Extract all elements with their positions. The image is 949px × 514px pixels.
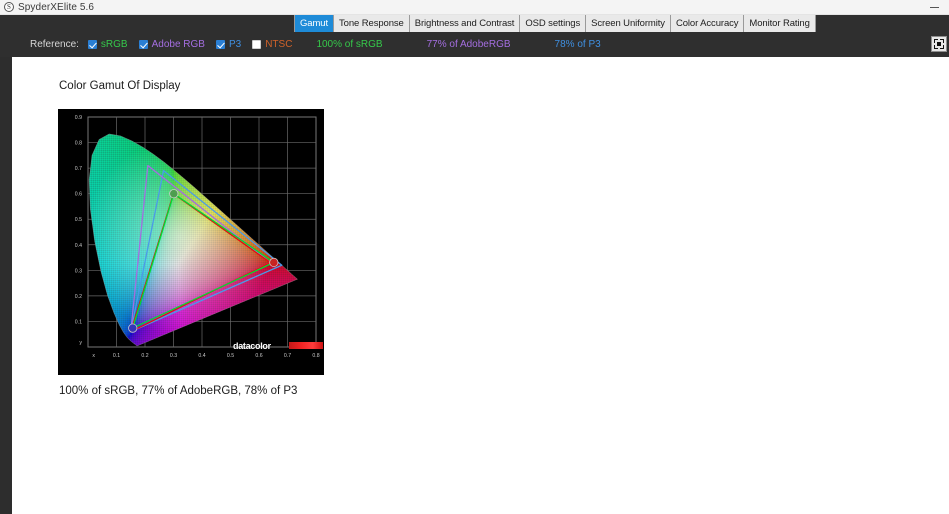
title-bar: SpyderXElite 5.6 [0, 0, 949, 15]
tick-label: 0.6 [75, 192, 82, 198]
tick-label: 0.8 [312, 353, 319, 359]
tab-color-accuracy[interactable]: Color Accuracy [670, 15, 745, 32]
reference-name: NTSC [265, 39, 293, 50]
reference-toggle-p3[interactable]: P3 [215, 39, 242, 50]
reference-toggle-srgb[interactable]: sRGB [87, 39, 128, 50]
tick-label: 0.2 [75, 294, 82, 300]
tab-label: Color Accuracy [675, 18, 739, 29]
tick-label: 0.3 [75, 268, 82, 274]
tick-label: 0.4 [75, 243, 82, 249]
tab-label: OSD settings [525, 18, 581, 29]
green-primary-marker [169, 189, 179, 199]
window-title: SpyderXElite 5.6 [18, 1, 95, 13]
tab-label: Monitor Rating [749, 18, 810, 29]
fullscreen-glyph [934, 39, 944, 49]
tick-label: 0.1 [113, 353, 120, 359]
tab-osd-settings[interactable]: OSD settings [520, 15, 587, 32]
gamut-caption: 100% of sRGB, 77% of AdobeRGB, 78% of P3 [59, 385, 298, 397]
coverage-value: 78% of P3 [554, 39, 601, 50]
tick-label: 0.9 [75, 115, 82, 121]
checkbox-icon[interactable] [252, 40, 262, 49]
tick-label: 0.4 [198, 353, 205, 359]
minimize-button[interactable] [919, 0, 949, 15]
reference-name: Adobe RGB [151, 39, 205, 50]
minimize-icon [929, 7, 939, 8]
tick-label: 0.5 [227, 353, 234, 359]
reference-toolbar: Reference: sRGB Adobe RGB P3 NTSC 100% of s… [0, 32, 949, 57]
tick-label: 0.7 [75, 166, 82, 172]
tab-screen-uniformity[interactable]: Screen Uniformity [586, 15, 671, 32]
tick-label: 0.5 [75, 217, 82, 223]
tab-label: Tone Response [339, 18, 404, 29]
checkbox-icon[interactable] [215, 40, 225, 49]
tick-label: 0.8 [75, 141, 82, 147]
tab-gamut[interactable]: Gamut [294, 15, 335, 32]
reference-toggle-adobe-rgb[interactable]: Adobe RGB [138, 39, 205, 50]
coverage-value: 77% of AdobeRGB [426, 39, 511, 50]
tick-label: y [79, 340, 82, 346]
tab-tone-response[interactable]: Tone Response [334, 15, 410, 32]
fullscreen-icon[interactable] [931, 36, 947, 52]
tick-label: x [92, 353, 95, 359]
tab-bar: Gamut Tone Response Brightness and Contras… [0, 15, 949, 32]
tab-monitor-rating[interactable]: Monitor Rating [744, 15, 816, 32]
tab-label: Screen Uniformity [591, 18, 665, 29]
coverage-value: 100% of sRGB [316, 39, 383, 50]
spyder-logo-icon [4, 2, 14, 12]
tab-label: Gamut [300, 18, 329, 29]
gamut-coverage-summary: 100% of sRGB 77% of AdobeRGB 78% of P3 [316, 39, 644, 50]
chromaticity-diagram-svg: x 0.1 0.2 0.3 0.4 0.5 0.6 0.7 0.8 y 0.1 0.2 0.3 0.4 0.… [58, 109, 324, 375]
red-primary-marker [269, 257, 279, 268]
tick-label: 0.6 [255, 353, 262, 359]
reference-label: Reference: [30, 39, 79, 50]
tick-label: 0.2 [141, 353, 148, 359]
cie-chromaticity-chart: x 0.1 0.2 0.3 0.4 0.5 0.6 0.7 0.8 y 0.1 0.2 0.3 0.4 0.… [58, 109, 324, 375]
reference-name: P3 [228, 39, 242, 50]
tick-label: 0.1 [75, 319, 82, 325]
checkbox-icon[interactable] [87, 40, 97, 49]
tab-brightness-and-contrast[interactable]: Brightness and Contrast [409, 15, 521, 32]
tick-label: 0.7 [284, 353, 291, 359]
content-panel: Color Gamut Of Display x 0.1 0.2 0.3 0.4… [12, 57, 949, 514]
window-controls [919, 0, 949, 15]
tick-label: 0.3 [170, 353, 177, 359]
reference-name: sRGB [100, 39, 128, 50]
blue-primary-marker [128, 323, 138, 333]
reference-toggle-ntsc[interactable]: NTSC [252, 39, 292, 50]
checkbox-icon[interactable] [138, 40, 148, 49]
page-title: Color Gamut Of Display [59, 80, 181, 92]
app-window: SpyderXElite 5.6 Gamut Tone Response Brigh… [0, 0, 949, 514]
tab-label: Brightness and Contrast [414, 18, 515, 29]
